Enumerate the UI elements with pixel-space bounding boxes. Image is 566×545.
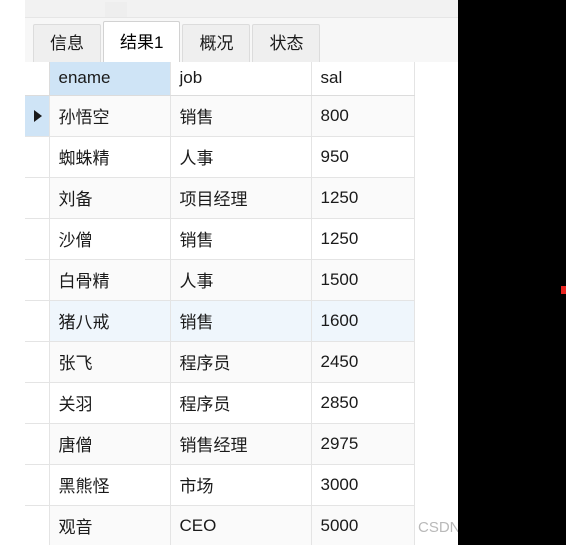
cell-sal[interactable]: 1250: [311, 218, 415, 260]
row-selector-header[interactable]: [25, 62, 50, 96]
row-selector-cell[interactable]: [25, 341, 50, 383]
tab-1[interactable]: 结果1: [103, 21, 181, 62]
cell-job[interactable]: 程序员: [170, 341, 312, 383]
tab-0[interactable]: 信息: [33, 24, 101, 62]
cell-job[interactable]: 人事: [170, 136, 312, 178]
table-row[interactable]: 张飞 程序员 2450: [25, 341, 415, 383]
cell-job[interactable]: 销售: [170, 218, 312, 260]
table-row[interactable]: 观音 CEO 5000: [25, 505, 415, 545]
row-selector-cell[interactable]: [25, 136, 50, 178]
cell-job[interactable]: 销售经理: [170, 423, 312, 465]
cell-job[interactable]: 人事: [170, 259, 312, 301]
table-row[interactable]: 白骨精 人事 1500: [25, 259, 415, 301]
cell-sal[interactable]: 3000: [311, 464, 415, 506]
cell-ename[interactable]: 刘备: [49, 177, 171, 219]
row-selector-cell[interactable]: [25, 218, 50, 260]
row-selector-cell[interactable]: [25, 505, 50, 545]
header-row: ename job sal: [25, 62, 415, 96]
toolbar-strip: [25, 0, 458, 18]
current-row-arrow-icon: [34, 110, 42, 123]
cell-sal[interactable]: 1600: [311, 300, 415, 342]
cell-job[interactable]: 销售: [170, 95, 312, 137]
table-head: ename job sal: [25, 62, 415, 96]
row-selector-cell[interactable]: [25, 300, 50, 342]
left-pane-edge: [0, 0, 25, 545]
cell-ename[interactable]: 观音: [49, 505, 171, 545]
table-row[interactable]: 刘备 项目经理 1250: [25, 177, 415, 219]
cell-sal[interactable]: 1250: [311, 177, 415, 219]
cell-ename[interactable]: 关羽: [49, 382, 171, 424]
cell-ename[interactable]: 猪八戒: [49, 300, 171, 342]
tab-3[interactable]: 状态: [252, 24, 321, 62]
row-selector-cell[interactable]: [25, 95, 50, 137]
row-selector-cell[interactable]: [25, 423, 50, 465]
row-selector-cell[interactable]: [25, 464, 50, 506]
table-row[interactable]: 孙悟空 销售 800: [25, 95, 415, 137]
table-row[interactable]: 黑熊怪 市场 3000: [25, 464, 415, 506]
cell-job[interactable]: 销售: [170, 300, 312, 342]
row-selector-cell[interactable]: [25, 382, 50, 424]
result-tab-bar: 信息 结果1 概况 状态: [25, 18, 458, 62]
table-row[interactable]: 关羽 程序员 2850: [25, 382, 415, 424]
cell-sal[interactable]: 2450: [311, 341, 415, 383]
result-table: ename job sal 孙悟空 销售 800 蜘蛛精 人事 950 刘备 项目经理 1250…: [25, 62, 415, 545]
table-row[interactable]: 沙僧 销售 1250: [25, 218, 415, 260]
screenshot-black-mask: [458, 0, 566, 545]
cell-sal[interactable]: 2850: [311, 382, 415, 424]
cell-job[interactable]: 程序员: [170, 382, 312, 424]
cell-job[interactable]: 项目经理: [170, 177, 312, 219]
cell-ename[interactable]: 唐僧: [49, 423, 171, 465]
cell-sal[interactable]: 800: [311, 95, 415, 137]
cell-job[interactable]: 市场: [170, 464, 312, 506]
column-header-ename[interactable]: ename: [49, 62, 171, 96]
table-row[interactable]: 蜘蛛精 人事 950: [25, 136, 415, 178]
column-header-sal[interactable]: sal: [311, 62, 415, 96]
toolbar-ghost-button[interactable]: [105, 2, 127, 17]
cell-ename[interactable]: 蜘蛛精: [49, 136, 171, 178]
table-body: 孙悟空 销售 800 蜘蛛精 人事 950 刘备 项目经理 1250 沙僧 销售 1250 白骨精 人事 1…: [25, 95, 415, 545]
cell-ename[interactable]: 张飞: [49, 341, 171, 383]
cell-ename[interactable]: 孙悟空: [49, 95, 171, 137]
table-row[interactable]: 猪八戒 销售 1600: [25, 300, 415, 342]
tab-2[interactable]: 概况: [182, 24, 251, 62]
column-header-job[interactable]: job: [170, 62, 312, 96]
tab-strip: 信息 结果1 概况 状态: [33, 21, 322, 62]
cell-ename[interactable]: 沙僧: [49, 218, 171, 260]
cell-job[interactable]: CEO: [170, 505, 312, 545]
cell-sal[interactable]: 2975: [311, 423, 415, 465]
cell-ename[interactable]: 白骨精: [49, 259, 171, 301]
result-grid[interactable]: ename job sal 孙悟空 销售 800 蜘蛛精 人事 950 刘备 项目经理 1250…: [25, 62, 458, 545]
cell-ename[interactable]: 黑熊怪: [49, 464, 171, 506]
cell-sal[interactable]: 1500: [311, 259, 415, 301]
cell-sal[interactable]: 950: [311, 136, 415, 178]
red-marker: [561, 286, 566, 294]
cell-sal[interactable]: 5000: [311, 505, 415, 545]
row-selector-cell[interactable]: [25, 259, 50, 301]
row-selector-cell[interactable]: [25, 177, 50, 219]
table-row[interactable]: 唐僧 销售经理 2975: [25, 423, 415, 465]
